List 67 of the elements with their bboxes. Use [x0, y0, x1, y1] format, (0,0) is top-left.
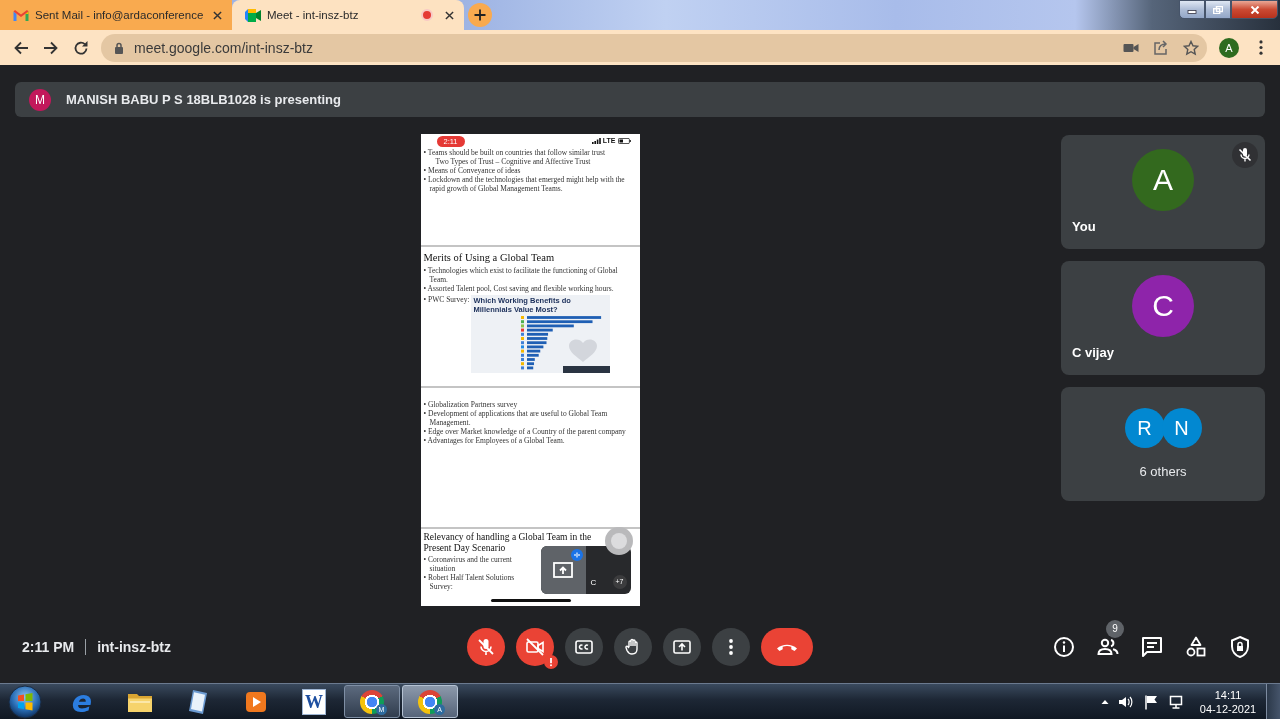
minimize-button[interactable]	[1179, 0, 1205, 19]
w-letter-document: W	[302, 688, 326, 715]
menu-icon[interactable]	[1259, 40, 1263, 55]
show-desktop-button[interactable]	[1266, 684, 1280, 719]
chat-icon[interactable]	[1140, 634, 1164, 659]
browser-tab[interactable]: Meet - int-insz-btz	[232, 0, 464, 30]
participant-avatar: A	[1132, 149, 1194, 211]
star-icon[interactable]	[1183, 39, 1199, 56]
presenter-avatar: M	[29, 88, 51, 111]
info-icon[interactable]	[1052, 634, 1076, 659]
captions-button[interactable]	[565, 627, 603, 666]
back-arrow-icon[interactable]	[13, 39, 29, 56]
participant-initial: C	[590, 578, 597, 587]
mic-off-icon	[476, 636, 496, 657]
meeting-time: 2:11 PM	[22, 638, 75, 655]
shield-lock-icon[interactable]	[1228, 634, 1252, 659]
profile-avatar[interactable]: A	[1219, 37, 1239, 58]
heart-drawing	[568, 339, 597, 362]
meeting-code: int-insz-btz	[97, 638, 171, 655]
signal-icon	[591, 138, 601, 144]
shapes-icon[interactable]	[1184, 634, 1208, 659]
restore-icon	[1213, 5, 1223, 14]
plus-icon	[474, 9, 486, 21]
slide-title: Merits of Using a Global Team	[423, 251, 556, 264]
video-camera-icon	[245, 8, 261, 22]
taskbar-app-button[interactable]: e	[54, 685, 110, 718]
close-icon[interactable]	[445, 10, 454, 20]
browser-tab[interactable]: Sent Mail - info@ardaconference	[0, 0, 232, 30]
participant-name: C vijay	[1072, 345, 1114, 360]
more-vertical-icon	[729, 638, 733, 655]
present-icon	[553, 562, 573, 578]
presenting-text: MANISH BABU P S 18BLB1028 is presenting	[66, 92, 341, 107]
lock-icon	[114, 41, 124, 54]
restore-button[interactable]	[1205, 0, 1231, 19]
microphone-button[interactable]	[467, 627, 505, 666]
battery-icon	[617, 138, 631, 144]
share-icon[interactable]	[1153, 39, 1169, 56]
forward-arrow-icon[interactable]	[43, 39, 59, 56]
close-icon	[1249, 5, 1260, 14]
e-letter-logo: e	[71, 686, 93, 717]
participant-name: You	[1072, 219, 1096, 234]
clock-button[interactable]: 14:11 04-12-2021	[1199, 687, 1257, 716]
start-orb-icon[interactable]	[8, 684, 42, 719]
mail-icon	[13, 8, 29, 22]
participant-avatar: C	[1132, 275, 1194, 337]
taskbar-app-button[interactable]: W	[286, 685, 342, 718]
present-button[interactable]	[663, 627, 701, 666]
flag-icon[interactable]	[1143, 693, 1159, 710]
more-options-button[interactable]	[712, 627, 750, 666]
round-browser-icon	[418, 689, 442, 714]
new-tab-button[interactable]	[468, 3, 492, 27]
raise-hand-button[interactable]	[614, 627, 652, 666]
close-icon[interactable]	[213, 10, 222, 20]
leave-call-button[interactable]	[761, 627, 813, 666]
video-camera-off-icon	[525, 636, 545, 657]
participant-avatar: R	[1124, 408, 1165, 448]
participant-avatar: N	[1161, 408, 1202, 448]
others-count: 6 others	[1139, 464, 1187, 479]
network-icon[interactable]	[1168, 693, 1184, 710]
participant-count-badge: 9	[1106, 619, 1124, 638]
audio-level-icon	[570, 549, 583, 561]
slide-title: Relevancy of handling a Global Team in the Present Day Scenario	[423, 532, 593, 553]
round-browser-icon	[360, 689, 384, 714]
address-bar[interactable]: meet.google.com/int-insz-btz	[101, 33, 1207, 62]
chart-footer-bar	[562, 366, 610, 373]
close-window-button[interactable]	[1231, 0, 1278, 19]
reload-icon[interactable]	[73, 39, 89, 56]
